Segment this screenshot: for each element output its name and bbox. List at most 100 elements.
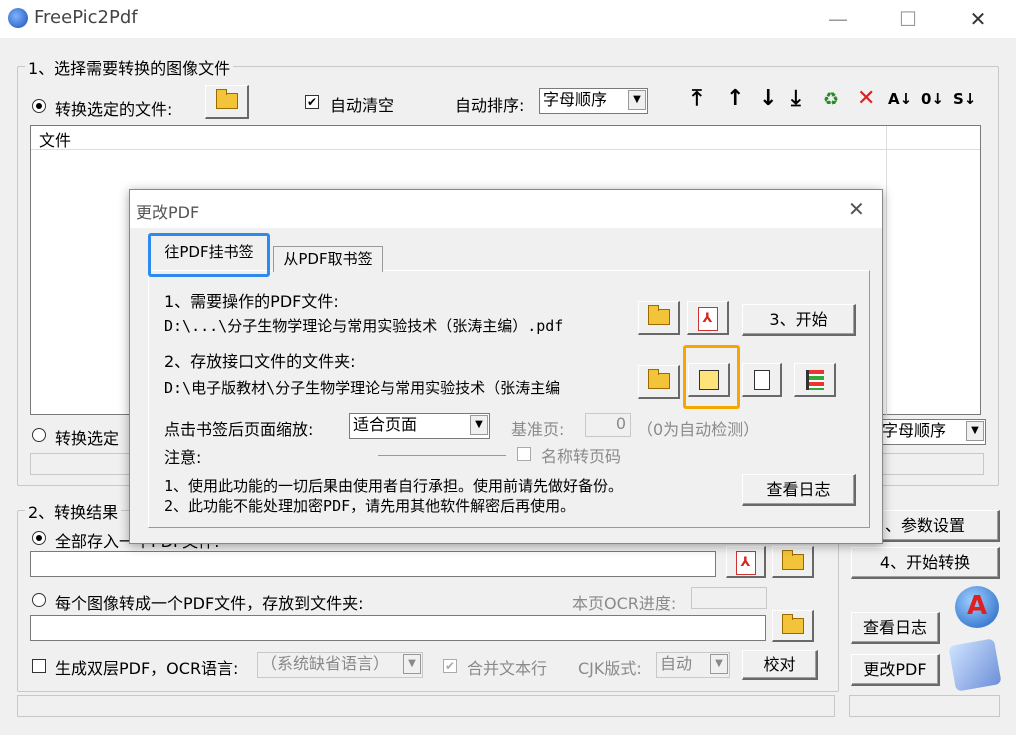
- auto-sort-select[interactable]: 字母顺序 ▼: [539, 88, 648, 114]
- app-logo-icon: [8, 8, 28, 28]
- sort-size-icon[interactable]: S↓: [953, 90, 976, 108]
- dialog-title-bar: 更改PDF ✕: [130, 190, 882, 228]
- sort-az-icon[interactable]: A↓: [888, 90, 912, 108]
- view-log-button[interactable]: 查看日志: [851, 612, 940, 644]
- chevron-down-icon: ▼: [710, 654, 728, 674]
- section1-legend: 1、选择需要转换的图像文件: [25, 55, 234, 79]
- text-file-button[interactable]: [742, 363, 782, 397]
- start-button[interactable]: 3、开始: [742, 304, 856, 336]
- dialog-view-log-button[interactable]: 查看日志: [742, 474, 856, 506]
- notice-label: 注意:: [164, 448, 202, 467]
- close-button[interactable]: ✕: [958, 6, 998, 32]
- text-file-icon: [753, 370, 770, 390]
- title-bar: FreePic2Pdf — ☐ ✕: [0, 0, 1016, 38]
- cjk-select[interactable]: 自动 ▼: [656, 652, 730, 678]
- step1-path[interactable]: D:\...\分子生物学理论与常用实验技术（张涛主编）.pdf: [164, 315, 626, 336]
- radio-selected-files[interactable]: [32, 99, 46, 113]
- cjk-value: 自动: [660, 654, 693, 673]
- folder-open-icon: [781, 614, 804, 634]
- folder-open-icon: [781, 550, 804, 570]
- ocr-progress-label: 本页OCR进度:: [572, 594, 677, 613]
- dialog-title: 更改PDF: [136, 203, 200, 222]
- tab-highlight: [148, 233, 270, 277]
- name-to-page-label: 名称转页码: [541, 447, 622, 466]
- step2-folder-button[interactable]: [638, 365, 680, 399]
- merge-lines-checkbox[interactable]: ✔: [443, 659, 457, 673]
- pdf-icon: ⅄: [735, 551, 756, 575]
- step2-label: 2、存放接口文件的文件夹:: [164, 352, 356, 371]
- radio-all-in-one[interactable]: [32, 531, 46, 545]
- auto-clear-checkbox[interactable]: ✔: [305, 95, 319, 109]
- step1-label: 1、需要操作的PDF文件:: [164, 292, 339, 311]
- folder-sort-value: 字母顺序: [882, 421, 947, 440]
- delete-icon[interactable]: ✕: [857, 86, 875, 111]
- recycle-icon[interactable]: ♻: [823, 89, 839, 110]
- file-list-header: 文件: [31, 126, 980, 416]
- auto-sort-label: 自动排序:: [455, 96, 525, 115]
- bookmark-tree-button[interactable]: [794, 363, 836, 397]
- pdf-select-button[interactable]: ⅄: [726, 546, 766, 578]
- pdf-icon: ⅄: [697, 307, 718, 331]
- radio-each-image-label: 每个图像转成一个PDF文件，存放到文件夹:: [55, 594, 364, 613]
- change-pdf-dialog: 更改PDF ✕ 往PDF挂书签 从PDF取书签 1、需要操作的PDF文件: D:…: [129, 189, 883, 544]
- chevron-down-icon: ▼: [403, 654, 421, 674]
- output-folder-button[interactable]: [772, 546, 814, 578]
- step1-folder-button[interactable]: [638, 301, 680, 335]
- merge-lines-label: 合并文本行: [467, 659, 548, 678]
- cjk-label: CJK版式:: [578, 659, 642, 678]
- zoom-label: 点击书签后页面缩放:: [164, 420, 314, 439]
- tools-logo-icon[interactable]: [948, 638, 1002, 692]
- bookmark-tree-icon: [805, 370, 824, 390]
- move-down-icon[interactable]: ↓: [759, 86, 777, 111]
- chevron-down-icon: ▼: [628, 90, 646, 110]
- column-divider: [886, 126, 887, 416]
- window-title: FreePic2Pdf: [34, 7, 138, 28]
- radio-selected-folder[interactable]: [32, 428, 46, 442]
- tab-extract-bookmarks[interactable]: 从PDF取书签: [273, 246, 383, 272]
- maximize-button[interactable]: ☐: [888, 6, 928, 32]
- ocr-language-value: （系统缺省语言）: [261, 654, 390, 673]
- start-convert-button[interactable]: 4、开始转换: [851, 547, 1000, 579]
- divider-line: [378, 455, 506, 456]
- edit-button-highlight: [683, 345, 740, 409]
- base-page-hint: （0为自动检测）: [637, 420, 760, 439]
- tab-extract-bookmarks-label: 从PDF取书签: [283, 250, 373, 268]
- chevron-down-icon: ▼: [470, 415, 488, 435]
- output-folder-field[interactable]: [30, 615, 766, 641]
- step2-path[interactable]: D:\电子版教材\分子生物学理论与常用实验技术（张涛主编: [164, 377, 626, 398]
- name-to-page-checkbox[interactable]: [517, 447, 531, 461]
- file-column-header[interactable]: 文件: [39, 127, 71, 151]
- output-pdf-field[interactable]: [30, 551, 716, 577]
- proofread-button[interactable]: 校对: [742, 650, 818, 680]
- acrobat-logo-icon[interactable]: A: [955, 586, 999, 628]
- section2-legend: 2、转换结果: [25, 499, 122, 523]
- radio-each-image[interactable]: [32, 593, 46, 607]
- status-bar-right: [849, 695, 1000, 717]
- chevron-down-icon: ▼: [966, 421, 984, 441]
- radio-selected-folder-label: 转换选定: [55, 429, 120, 448]
- zoom-select[interactable]: 适合页面 ▼: [349, 413, 490, 439]
- dual-layer-checkbox[interactable]: [32, 659, 46, 673]
- zoom-value: 适合页面: [353, 415, 418, 434]
- sort-09-icon[interactable]: 0↓: [921, 90, 944, 108]
- output-folder2-button[interactable]: [772, 610, 814, 642]
- change-pdf-button[interactable]: 更改PDF: [851, 654, 940, 686]
- move-up-icon[interactable]: ↑: [726, 86, 744, 111]
- move-bottom-icon[interactable]: ⤓: [791, 86, 801, 111]
- base-page-field[interactable]: 0: [585, 413, 631, 437]
- move-top-icon[interactable]: ⤒: [692, 86, 702, 111]
- notice-line-2: 2、此功能不能处理加密PDF，请先用其他软件解密后再使用。: [164, 497, 576, 515]
- add-files-button[interactable]: [205, 85, 249, 119]
- radio-selected-files-label: 转换选定的文件:: [55, 100, 173, 119]
- folder-open-icon: [647, 305, 670, 325]
- notice-line-1: 1、使用此功能的一切后果由使用者自行承担。使用前请先做好备份。: [164, 477, 624, 495]
- dual-layer-label: 生成双层PDF，OCR语言:: [55, 659, 239, 678]
- ocr-progress-bar: [691, 587, 767, 609]
- ocr-language-select[interactable]: （系统缺省语言） ▼: [257, 652, 423, 678]
- dialog-close-button[interactable]: ✕: [848, 197, 865, 221]
- step1-pdf-button[interactable]: ⅄: [687, 301, 729, 335]
- base-page-label: 基准页:: [511, 420, 565, 439]
- auto-clear-label: 自动清空: [330, 96, 395, 115]
- minimize-button[interactable]: —: [818, 6, 858, 32]
- folder-sort-select[interactable]: 字母顺序 ▼: [878, 419, 986, 445]
